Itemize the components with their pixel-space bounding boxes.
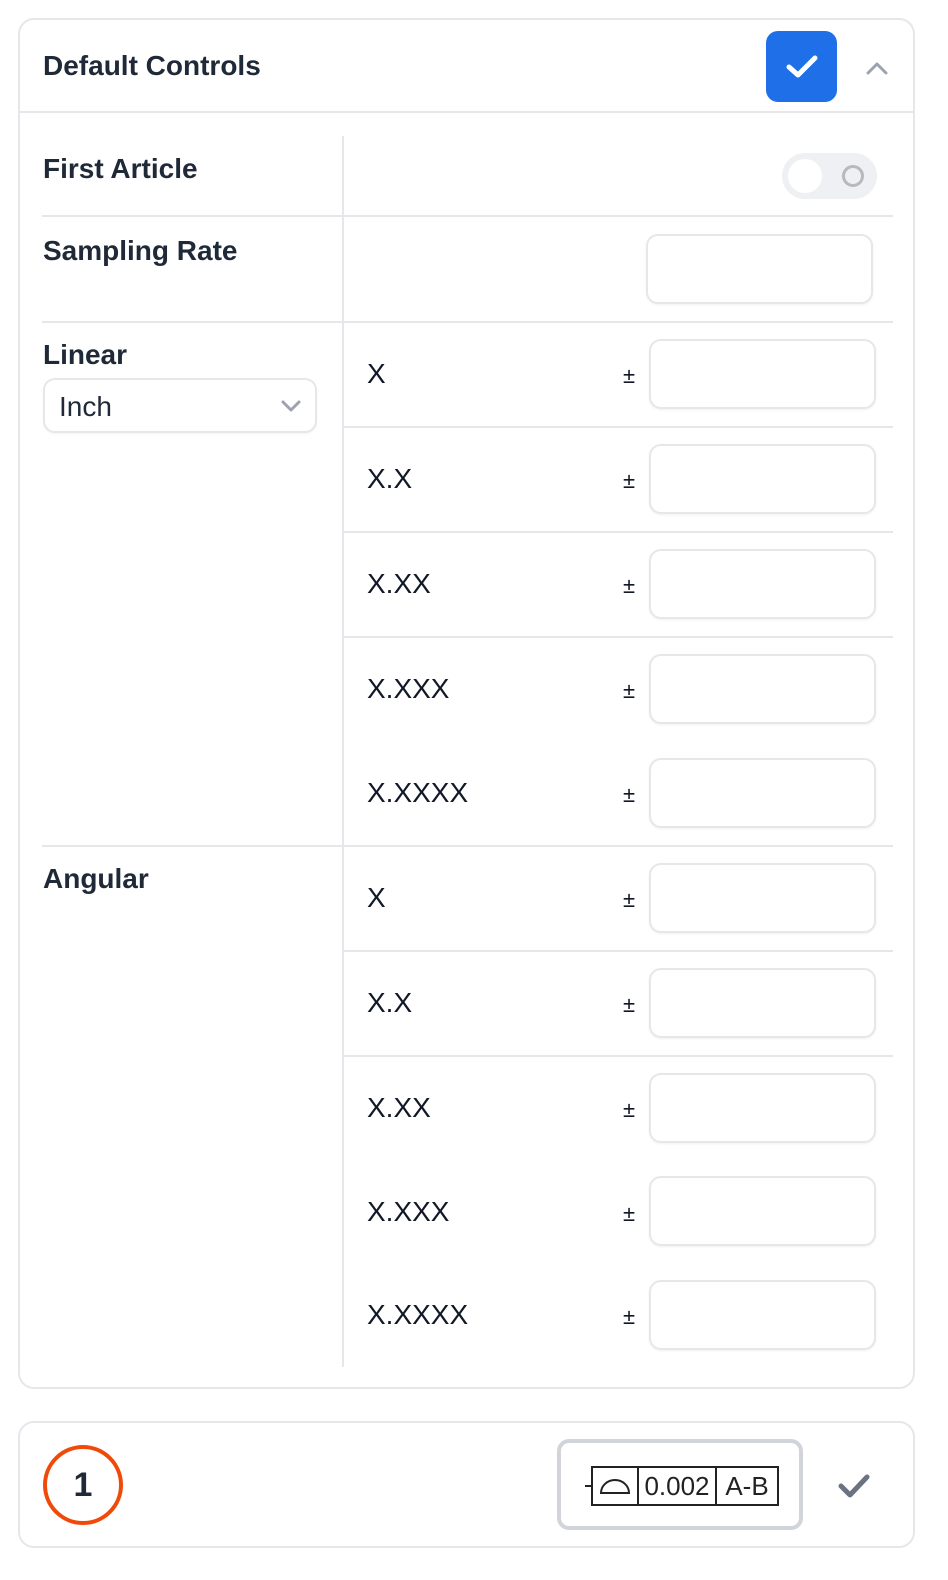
angular-tolerance-input-0[interactable]	[649, 863, 876, 933]
linear-format-label: X.XX	[367, 568, 431, 599]
linear-format-label: X.X	[367, 463, 413, 494]
tolerance-value: 0.002	[639, 1468, 717, 1504]
feature-number-badge: 1	[43, 1445, 123, 1525]
angular-label: Angular	[43, 863, 149, 894]
enable-default-controls-checkbox[interactable]	[766, 31, 837, 102]
angular-format-label: X.XXX	[367, 1196, 450, 1227]
plus-minus-symbol: ±	[623, 678, 636, 703]
feature-control-frame-box: 0.002 A-B	[591, 1466, 779, 1506]
linear-format-label: X	[367, 358, 386, 389]
divider	[343, 950, 893, 952]
sampling-rate-label: Sampling Rate	[43, 235, 238, 266]
plus-minus-symbol: ±	[623, 782, 636, 807]
first-article-label: First Article	[43, 153, 198, 184]
plus-minus-symbol: ±	[623, 887, 636, 912]
profile-of-surface-icon	[593, 1468, 639, 1504]
feature-control-frame[interactable]: 0.002 A-B	[557, 1439, 803, 1530]
angular-tolerance-input-1[interactable]	[649, 968, 876, 1038]
angular-format-label: X.XXXX	[367, 1299, 469, 1330]
divider	[42, 215, 893, 217]
datum-reference: A-B	[725, 1470, 769, 1501]
linear-tolerance-input-1[interactable]	[649, 444, 876, 514]
linear-format-label: X.XXXX	[367, 777, 469, 808]
sampling-rate-input[interactable]	[646, 234, 873, 304]
angular-tolerance-input-4[interactable]	[649, 1280, 876, 1350]
angular-format-label: X.X	[367, 987, 413, 1018]
angular-format-label: X	[367, 882, 386, 913]
linear-tolerance-input-2[interactable]	[649, 549, 876, 619]
plus-minus-symbol: ±	[623, 1304, 636, 1329]
linear-unit-value: Inch	[59, 391, 112, 422]
linear-tolerance-input-0[interactable]	[649, 339, 876, 409]
plus-minus-symbol: ±	[623, 573, 636, 598]
angular-tolerance-input-2[interactable]	[649, 1073, 876, 1143]
plus-minus-symbol: ±	[623, 468, 636, 493]
chevron-down-icon	[279, 394, 303, 418]
default-controls-header: Default Controls	[20, 20, 913, 113]
first-article-toggle[interactable]	[782, 153, 877, 199]
toggle-knob	[788, 159, 822, 193]
divider	[343, 531, 893, 533]
check-icon[interactable]	[837, 1471, 871, 1501]
toggle-off-indicator-icon	[842, 165, 864, 187]
feature-card[interactable]: 1 0.002 A-B	[18, 1421, 915, 1548]
plus-minus-symbol: ±	[623, 1097, 636, 1122]
divider	[42, 845, 893, 847]
linear-tolerance-input-3[interactable]	[649, 654, 876, 724]
plus-minus-symbol: ±	[623, 363, 636, 388]
linear-format-label: X.XXX	[367, 673, 450, 704]
default-controls-card: Default Controls First Article Sampling …	[18, 18, 915, 1389]
angular-format-label: X.XX	[367, 1092, 431, 1123]
divider	[343, 1055, 893, 1057]
check-icon	[786, 55, 817, 77]
linear-unit-select[interactable]: Inch	[43, 378, 317, 433]
divider	[343, 426, 893, 428]
collapse-chevron-up-icon[interactable]	[865, 56, 889, 80]
angular-tolerance-input-3[interactable]	[649, 1176, 876, 1246]
plus-minus-symbol: ±	[623, 1201, 636, 1226]
divider	[42, 321, 893, 323]
linear-tolerance-input-4[interactable]	[649, 758, 876, 828]
plus-minus-symbol: ±	[623, 992, 636, 1017]
divider	[343, 636, 893, 638]
linear-label: Linear	[43, 339, 128, 370]
default-controls-title: Default Controls	[43, 50, 261, 81]
